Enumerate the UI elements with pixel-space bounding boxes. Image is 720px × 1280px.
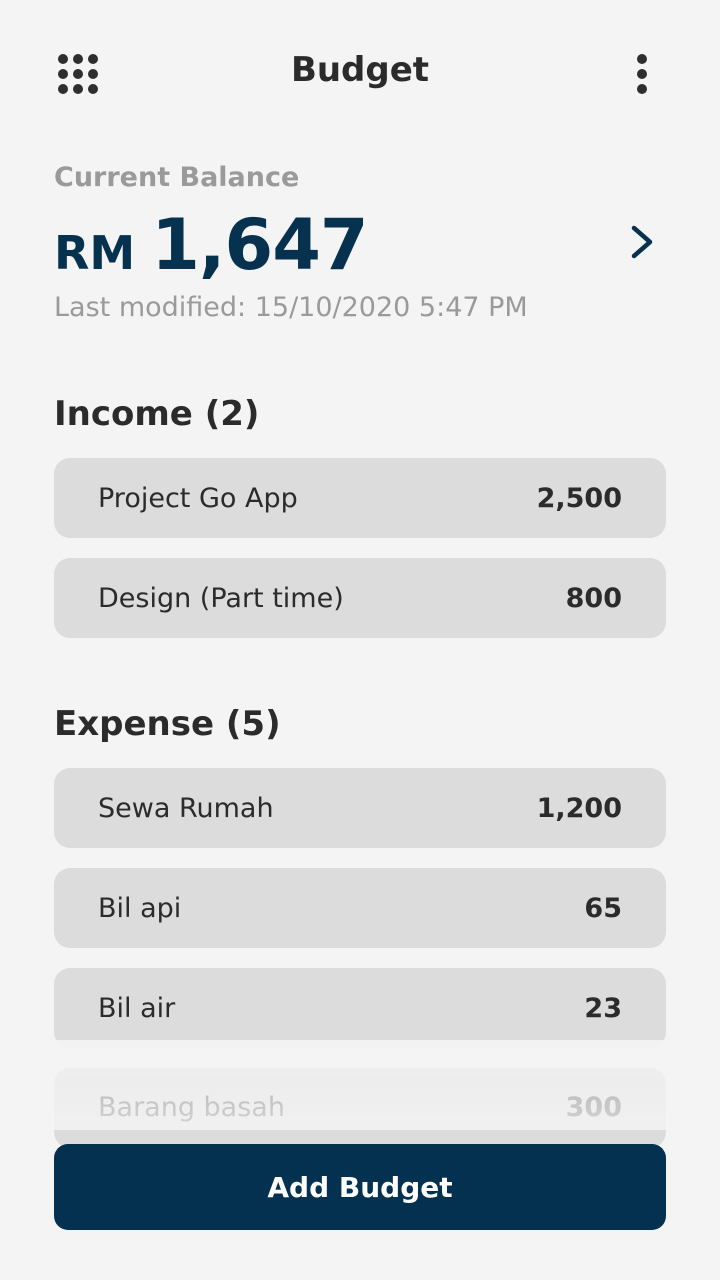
- balance-label: Current Balance: [54, 162, 300, 193]
- add-budget-button[interactable]: Add Budget: [54, 1144, 666, 1230]
- income-section-title: Income (2): [54, 394, 260, 434]
- chevron-right-icon[interactable]: [626, 224, 662, 260]
- page-title: Budget: [290, 50, 430, 90]
- more-vertical-icon[interactable]: [636, 54, 648, 94]
- app-header: Budget: [0, 0, 720, 150]
- income-item[interactable]: Project Go App 2,500: [54, 458, 666, 538]
- income-item-value: 2,500: [536, 482, 622, 514]
- expense-item-value: 1,200: [536, 792, 622, 824]
- balance-amount-row: RM 1,647: [54, 204, 369, 286]
- income-item-value: 800: [565, 582, 622, 614]
- income-item-label: Project Go App: [98, 482, 298, 514]
- balance-currency: RM: [54, 226, 136, 280]
- expense-item[interactable]: Barang basah 300: [54, 1068, 666, 1148]
- income-item-label: Design (Part time): [98, 582, 344, 614]
- expense-item[interactable]: Sewa Rumah 1,200: [54, 768, 666, 848]
- expense-item-label: Bil air: [98, 992, 176, 1024]
- expense-section-title: Expense (5): [54, 704, 281, 744]
- budget-screen: Budget Current Balance RM 1,647 Last mod…: [0, 0, 720, 1280]
- expense-item-label: Bil api: [98, 892, 182, 924]
- expense-item-value: 23: [584, 992, 622, 1024]
- last-modified-text: Last modified: 15/10/2020 5:47 PM: [54, 292, 528, 323]
- expense-item-value: 65: [584, 892, 622, 924]
- expense-item-label: Barang basah: [98, 1092, 285, 1123]
- expense-item[interactable]: Bil air 23: [54, 968, 666, 1048]
- expense-item-value: 300: [565, 1092, 622, 1123]
- expense-item-label: Sewa Rumah: [98, 792, 274, 824]
- expense-item[interactable]: Bil api 65: [54, 868, 666, 948]
- income-item[interactable]: Design (Part time) 800: [54, 558, 666, 638]
- balance-amount: 1,647: [151, 204, 368, 286]
